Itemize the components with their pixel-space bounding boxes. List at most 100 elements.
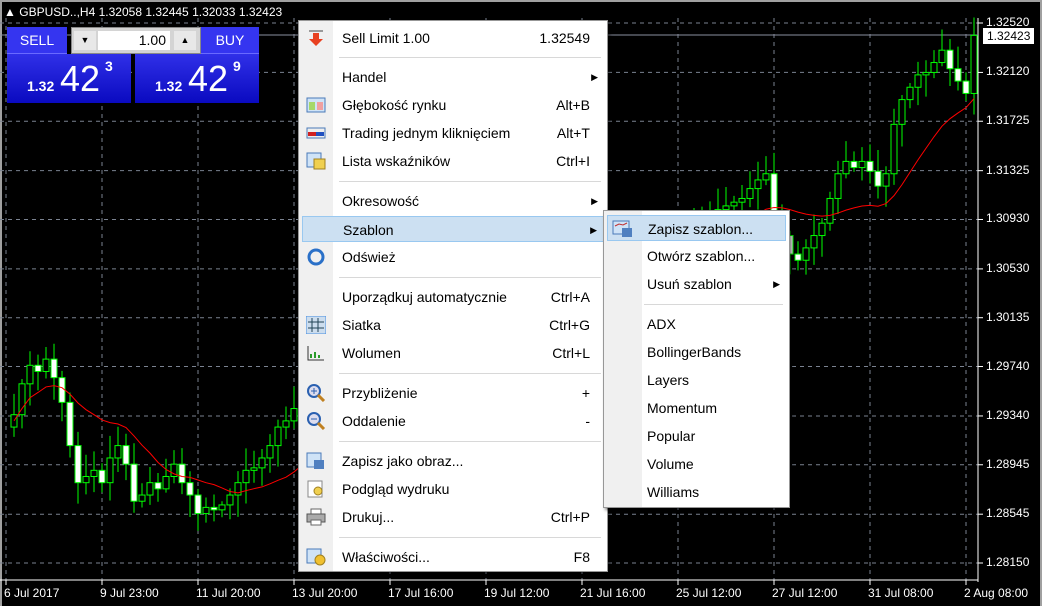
bull-candle [282, 420, 290, 428]
menu-item-label: Momentum [647, 400, 718, 416]
menu-item-wolumen[interactable]: Wolumen Ctrl+L [302, 340, 604, 366]
time-axis-label: 6 Jul 2017 [4, 586, 60, 600]
menu-item-label: Usuń szablon [647, 276, 732, 292]
lot-decrease-icon[interactable]: ▼ [74, 31, 96, 50]
bear-candle [954, 68, 962, 82]
symbol-label: GBPUSD..,H4 [19, 5, 96, 19]
lot-increase-icon[interactable]: ▲ [174, 31, 196, 50]
bull-candle [914, 74, 922, 88]
current-price-label: 1.32423 [983, 28, 1035, 44]
context-menu: Sell Limit 1.00 1.32549 Handel ▶ Głębokość r… [298, 20, 608, 572]
menu-item-label: Williams [647, 484, 700, 500]
sell-price-big: 42 [60, 58, 101, 99]
menu-item-siatka[interactable]: Siatka Ctrl+G [302, 312, 604, 338]
menu-item-volume[interactable]: Volume [607, 451, 786, 477]
bull-candle [890, 123, 898, 175]
menu-item-label: Siatka [342, 317, 381, 333]
menu-item-momentum[interactable]: Momentum [607, 395, 786, 421]
menu-item-głębokość-rynku[interactable]: Głębokość rynku Alt+B [302, 92, 604, 118]
open-price: 1.32058 [98, 5, 142, 19]
shortcut-label: F8 [573, 549, 590, 565]
shortcut-label: + [581, 385, 590, 401]
menu-item-layers[interactable]: Layers [607, 367, 786, 393]
menu-item-label: Popular [647, 428, 696, 444]
menu-item-okresowość[interactable]: Okresowość ▶ [302, 188, 604, 214]
close-price: 1.32423 [238, 5, 283, 19]
menu-item-oddalenie[interactable]: Oddalenie - [302, 408, 604, 434]
shortcut-label: 1.32549 [539, 30, 590, 46]
time-axis-label: 13 Jul 20:00 [292, 586, 358, 600]
bull-candle [834, 173, 842, 199]
menu-item-label: Szablon [343, 222, 394, 238]
indicators-list-icon [306, 152, 326, 170]
menu-item-drukuj[interactable]: Drukuj... Ctrl+P [302, 504, 604, 530]
bull-candle [114, 445, 122, 459]
bear-candle [122, 445, 130, 465]
sell-button[interactable]: SELL [7, 27, 67, 54]
menu-item-adx[interactable]: ADX [607, 311, 786, 337]
bull-candle [930, 62, 938, 73]
bear-candle [770, 173, 778, 212]
bull-candle [274, 426, 282, 447]
menu-item-bollingerbands[interactable]: BollingerBands [607, 339, 786, 365]
shortcut-label: Ctrl+A [550, 289, 590, 305]
menu-item-przybliżenie[interactable]: Przybliżenie + [302, 380, 604, 406]
lot-stepper[interactable]: ▼ 1.00 ▲ [71, 27, 201, 54]
menu-item-zapisz-szablon[interactable]: Zapisz szablon... [607, 215, 786, 241]
price-axis-label: 1.28150 [986, 555, 1030, 569]
menu-item-label: Otwórz szablon... [647, 248, 756, 264]
menu-item-szablon[interactable]: Szablon ▶ [302, 216, 604, 242]
sell-price-prefix: 1.32 [27, 78, 55, 94]
menu-separator [339, 181, 601, 182]
properties-icon [306, 548, 326, 566]
shortcut-label: Ctrl+P [550, 509, 590, 525]
bear-candle [178, 463, 186, 484]
bear-candle [98, 469, 106, 484]
price-axis-label: 1.32520 [986, 15, 1030, 29]
price-axis-label: 1.30135 [986, 309, 1030, 324]
menu-item-label: Właściwości... [342, 549, 430, 565]
menu-item-popular[interactable]: Popular [607, 423, 786, 449]
shortcut-label: Ctrl+L [552, 345, 590, 361]
collapse-triangle-icon[interactable]: ▲ [4, 5, 16, 19]
bear-candle [874, 170, 882, 187]
buy-button[interactable]: BUY [201, 27, 259, 54]
menu-item-trading-jednym-kliknięciem[interactable]: Trading jednym kliknięciem Alt+T [302, 120, 604, 146]
shortcut-label: Ctrl+I [556, 153, 590, 169]
low-price: 1.32033 [192, 5, 236, 19]
sell-price-button[interactable]: 1.32 42 3 [7, 54, 131, 103]
menu-item-podgląd-wydruku[interactable]: Podgląd wydruku [302, 476, 604, 502]
price-axis-label: 1.29340 [986, 407, 1030, 422]
menu-item-odśwież[interactable]: Odśwież [302, 244, 604, 270]
menu-item-handel[interactable]: Handel ▶ [302, 64, 604, 90]
price-axis-label: 1.31325 [986, 162, 1030, 177]
menu-item-lista-wskaźników[interactable]: Lista wskaźników Ctrl+I [302, 148, 604, 174]
save-image-icon [306, 452, 326, 470]
print-preview-icon [306, 480, 326, 498]
zoom-in-icon [306, 384, 326, 403]
menu-item-label: Uporządkuj automatycznie [342, 289, 507, 305]
menu-item-zapisz-jako-obraz[interactable]: Zapisz jako obraz... [302, 448, 604, 474]
bear-candle [794, 253, 802, 261]
bear-candle [850, 160, 858, 169]
sell-price-pip: 3 [105, 58, 113, 74]
menu-item-otwórz-szablon[interactable]: Otwórz szablon... [607, 243, 786, 269]
bull-candle [882, 173, 890, 187]
time-axis-label: 31 Jul 08:00 [868, 586, 934, 600]
menu-item-usuń-szablon[interactable]: Usuń szablon ▶ [607, 271, 786, 297]
lot-input[interactable]: 1.00 [98, 31, 170, 50]
time-axis-label: 25 Jul 12:00 [676, 586, 742, 600]
zoom-out-icon [306, 412, 326, 431]
buy-price-button[interactable]: 1.32 42 9 [135, 54, 259, 103]
menu-separator [339, 537, 601, 538]
menu-item-uporządkuj-automatycznie[interactable]: Uporządkuj automatycznie Ctrl+A [302, 284, 604, 310]
price-axis-label: 1.30930 [986, 211, 1030, 226]
save-template-icon [612, 220, 632, 238]
menu-item-właściwości[interactable]: Właściwości... F8 [302, 544, 604, 570]
bull-candle [266, 445, 274, 459]
shortcut-label: Alt+T [556, 125, 590, 141]
menu-item-label: Podgląd wydruku [342, 481, 450, 497]
bull-candle [202, 506, 210, 515]
menu-item-williams[interactable]: Williams [607, 479, 786, 505]
menu-item-sell-limit-1-00[interactable]: Sell Limit 1.00 1.32549 [302, 25, 604, 51]
